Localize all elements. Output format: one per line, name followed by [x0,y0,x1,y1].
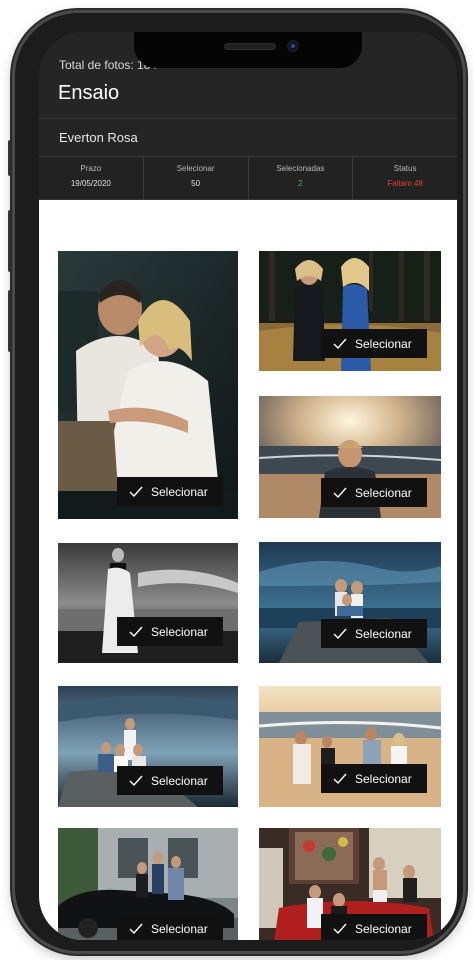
stat-to-select-label: Selecionar [176,164,215,173]
select-label: Selecionar [355,336,412,351]
select-label: Selecionar [355,921,412,936]
select-button-6[interactable]: Selecionar [117,766,223,795]
select-label: Selecionar [355,626,412,641]
phone-screen: Total de fotos: 184 Ensaio Everton Rosa … [39,32,457,940]
photo-3[interactable]: Selecionar [259,396,441,518]
select-button-9[interactable]: Selecionar [321,914,427,940]
photo-7[interactable]: Selecionar [259,686,441,807]
select-label: Selecionar [151,773,208,788]
page-title: Ensaio [58,82,120,104]
photo-1[interactable]: Selecionar [58,251,238,519]
stat-selected: Selecionadas 2 [249,157,354,199]
stat-to-select: Selecionar 50 [144,157,249,199]
select-label: Selecionar [151,921,208,936]
stats-bar: Prazo 19/05/2020 Selecionar 50 Seleciona… [39,156,457,200]
stat-deadline-value: 19/05/2020 [70,179,111,188]
select-label: Selecionar [355,771,412,786]
front-camera [287,40,299,52]
select-button-3[interactable]: Selecionar [321,478,427,507]
stat-deadline: Prazo 19/05/2020 [39,157,144,199]
check-icon [129,486,143,497]
stat-to-select-value: 50 [191,179,201,188]
select-button-1[interactable]: Selecionar [117,477,223,506]
check-icon [333,628,347,639]
speaker-grille [224,43,276,50]
stat-status: Status Faltam 48 [353,157,457,199]
phone-notch [134,32,362,68]
check-icon [333,487,347,498]
stat-selected-label: Selecionadas [276,164,325,173]
select-label: Selecionar [151,484,208,499]
select-button-7[interactable]: Selecionar [321,764,427,793]
check-icon [129,923,143,934]
select-button-4[interactable]: Selecionar [117,617,223,646]
photo-8[interactable]: Selecionar [58,828,238,940]
stat-status-label: Status [393,164,417,173]
photo-6[interactable]: Selecionar [58,686,238,807]
client-name: Everton Rosa [59,130,138,145]
stat-deadline-label: Prazo [80,164,102,173]
photo-2[interactable]: Selecionar [259,251,441,371]
stat-status-value: Faltam 48 [387,179,423,188]
check-icon [333,773,347,784]
select-button-5[interactable]: Selecionar [321,619,427,648]
check-icon [333,923,347,934]
photo-5[interactable]: Selecionar [259,542,441,663]
photo-9[interactable]: Selecionar [259,828,441,940]
stat-selected-value: 2 [298,179,303,188]
check-icon [129,775,143,786]
select-label: Selecionar [151,624,208,639]
check-icon [129,626,143,637]
select-label: Selecionar [355,485,412,500]
photo-4[interactable]: Selecionar [58,543,238,663]
photo-grid: Selecionar Selecionar Selecionar Selecio… [39,200,457,940]
select-button-8[interactable]: Selecionar [117,914,223,940]
check-icon [333,338,347,349]
client-row: Everton Rosa [39,118,457,156]
select-button-2[interactable]: Selecionar [321,329,427,358]
